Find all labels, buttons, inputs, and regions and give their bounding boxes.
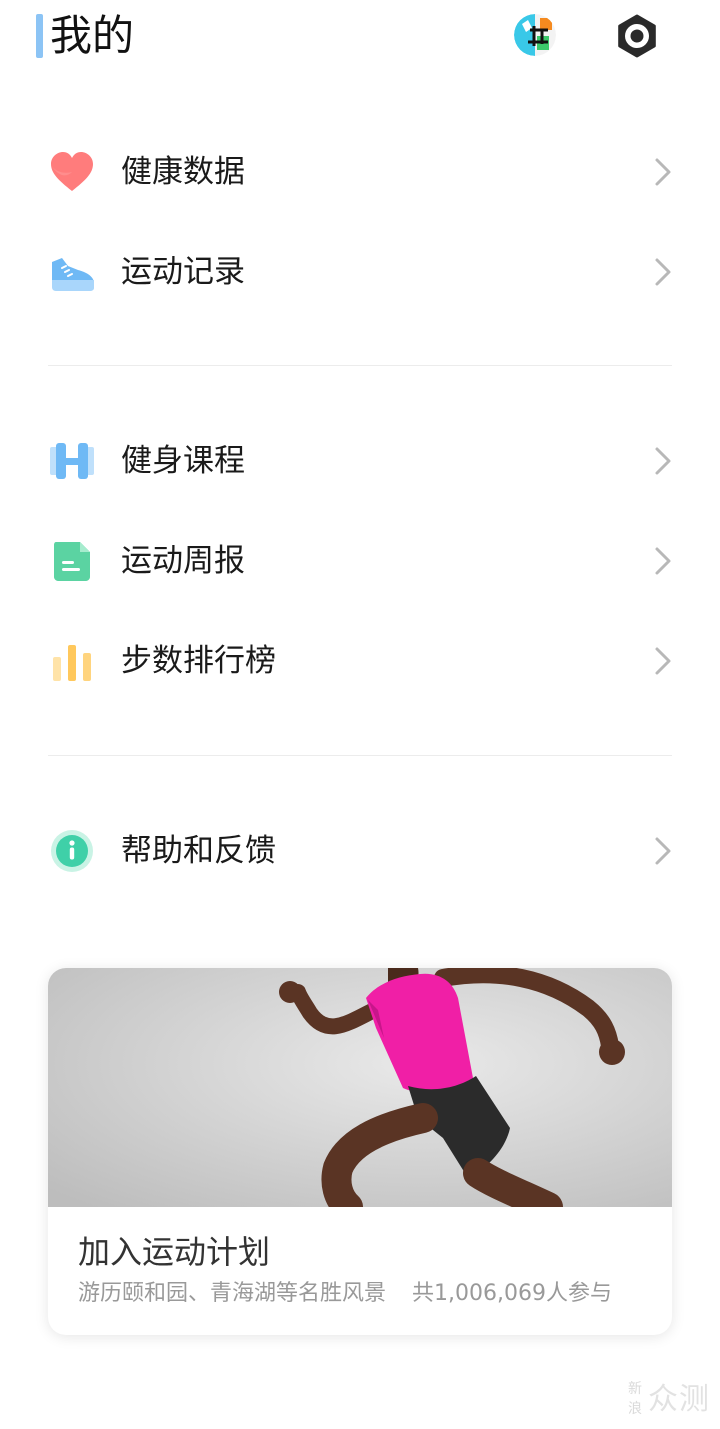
runner-banner-image (48, 968, 672, 1207)
title-accent-bar (36, 14, 43, 58)
info-icon (48, 829, 96, 873)
page-title: 我的 (50, 11, 135, 60)
avatar[interactable] (514, 14, 556, 56)
dumbbell-h-icon (48, 439, 96, 483)
running-shoe-icon (48, 250, 96, 294)
settings-button[interactable] (614, 13, 660, 59)
card-description: 游历颐和园、青海湖等名胜风景 (78, 1281, 387, 1306)
chevron-right-icon (654, 157, 672, 187)
menu-label: 健康数据 (121, 154, 245, 190)
menu-label: 运动周报 (121, 543, 245, 579)
document-icon (48, 539, 96, 583)
menu-label: 步数排行榜 (121, 643, 276, 679)
watermark-logo: 新 浪 众测 (628, 1380, 714, 1422)
card-subtitle: 游历颐和园、青海湖等名胜风景 共1,006,069人参与 (78, 1278, 612, 1310)
workout-plan-card[interactable]: 加入运动计划 游历颐和园、青海湖等名胜风景 共1,006,069人参与 (48, 968, 672, 1335)
settings-gear-icon (618, 14, 656, 58)
chevron-right-icon (654, 446, 672, 476)
watermark-small-top: 新 (628, 1381, 642, 1397)
divider (48, 755, 672, 756)
menu-item-help-feedback[interactable]: 帮助和反馈 (48, 801, 672, 901)
menu-item-step-ranking[interactable]: 步数排行榜 (48, 611, 672, 711)
chevron-right-icon (654, 646, 672, 676)
menu-item-fitness-courses[interactable]: 健身课程 (48, 411, 672, 511)
participant-count: 共1,006,069人参与 (412, 1281, 612, 1306)
heart-icon (48, 150, 96, 194)
menu-label: 健身课程 (121, 443, 245, 479)
divider (48, 365, 672, 366)
menu-label: 运动记录 (121, 254, 245, 290)
menu-item-weekly-report[interactable]: 运动周报 (48, 511, 672, 611)
menu-item-health-data[interactable]: 健康数据 (48, 122, 672, 222)
watermark-small-bottom: 浪 (628, 1401, 642, 1417)
header: 我的 (0, 0, 720, 80)
watermark-text: 众测 (648, 1382, 710, 1417)
menu-label: 帮助和反馈 (121, 833, 276, 869)
chevron-right-icon (654, 836, 672, 866)
chevron-right-icon (654, 257, 672, 287)
bar-chart-icon (48, 639, 96, 683)
chevron-right-icon (654, 546, 672, 576)
menu-item-workout-records[interactable]: 运动记录 (48, 222, 672, 322)
card-title: 加入运动计划 (78, 1233, 271, 1271)
